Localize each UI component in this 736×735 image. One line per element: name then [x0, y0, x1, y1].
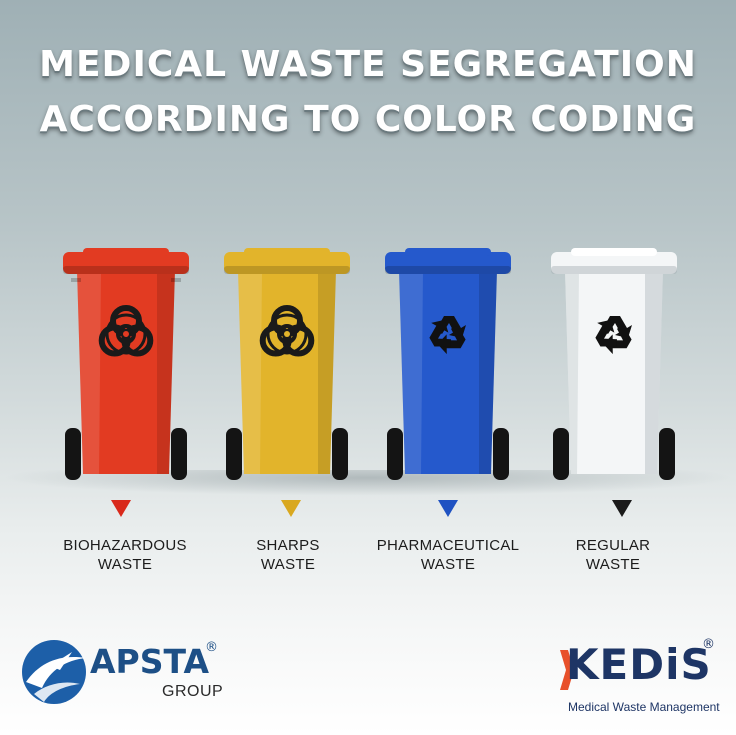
title-line-2: ACCORDING TO COLOR CODING	[39, 99, 697, 140]
label-biohazardous: BIOHAZARDOUS WASTE	[40, 536, 210, 574]
marker-sharps	[281, 500, 301, 517]
label-biohazardous-line1: BIOHAZARDOUS	[63, 537, 187, 554]
marker-regular	[612, 500, 632, 517]
label-regular: REGULAR WASTE	[528, 536, 698, 574]
bin-sharps	[222, 248, 352, 484]
apsta-logo: APSTA ® GROUP	[20, 636, 230, 710]
label-regular-line2: WASTE	[585, 556, 641, 573]
label-sharps-line2: WASTE	[260, 556, 316, 573]
title-line-1: MEDICAL WASTE SEGREGATION	[39, 44, 697, 85]
marker-pharmaceutical	[438, 500, 458, 517]
apsta-registered-mark: ®	[205, 640, 218, 655]
label-regular-line1: REGULAR	[575, 537, 651, 554]
bin-pharmaceutical	[383, 248, 513, 484]
kedis-name: KEDiS	[566, 640, 712, 689]
kedis-logo: KEDiS ® Medical Waste Management	[556, 637, 726, 720]
label-pharmaceutical-line2: WASTE	[420, 556, 476, 573]
apsta-globe-icon	[22, 640, 86, 704]
apsta-name: APSTA	[90, 642, 209, 681]
marker-biohazardous	[111, 500, 131, 517]
kedis-tagline: Medical Waste Management	[568, 700, 720, 714]
label-pharmaceutical: PHARMACEUTICAL WASTE	[363, 536, 533, 574]
label-pharmaceutical-line1: PHARMACEUTICAL	[376, 537, 520, 554]
label-sharps-line1: SHARPS	[256, 537, 320, 554]
label-biohazardous-line2: WASTE	[97, 556, 153, 573]
label-sharps: SHARPS WASTE	[203, 536, 373, 574]
apsta-group-text: GROUP	[162, 683, 224, 700]
bin-biohazardous	[61, 248, 191, 484]
kedis-registered-mark: ®	[702, 637, 715, 652]
bin-regular	[549, 248, 679, 484]
poster: MEDICAL WASTE SEGREGATION ACCORDING TO C…	[0, 0, 736, 735]
